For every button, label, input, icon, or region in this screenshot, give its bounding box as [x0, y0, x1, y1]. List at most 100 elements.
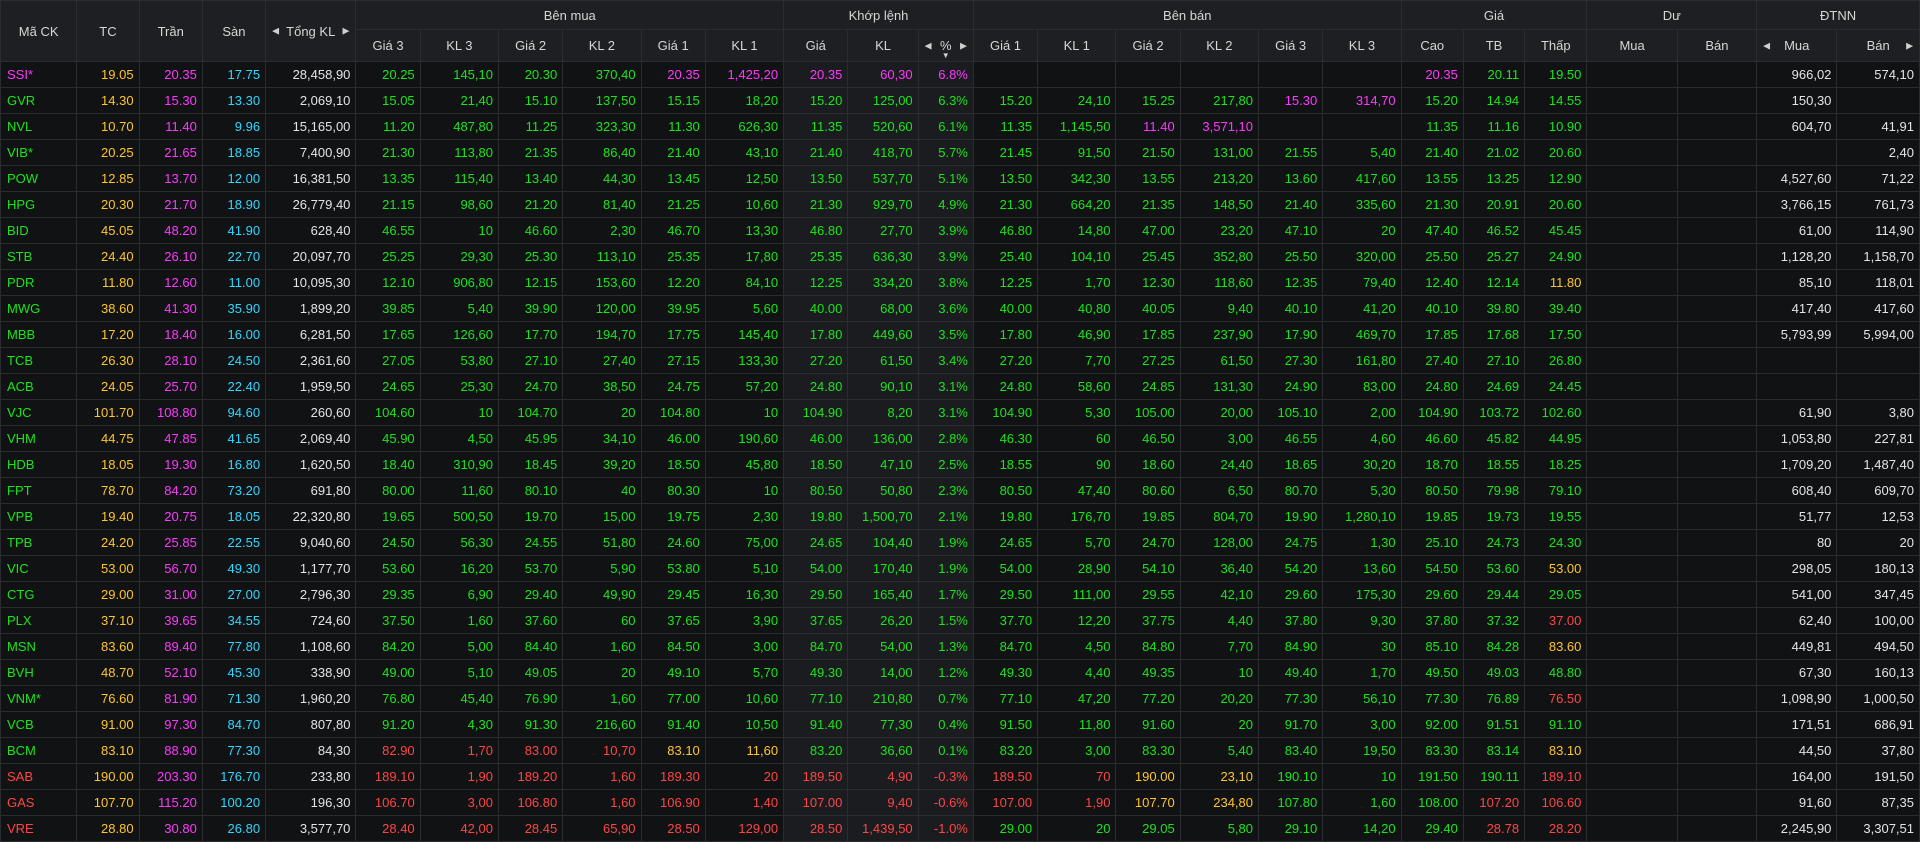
triangle-right-icon[interactable]: ▶ — [960, 40, 967, 51]
header-buy-col-1[interactable]: KL 3 — [419, 29, 499, 62]
cell-symbol[interactable]: VNM* — [0, 685, 78, 712]
header-match-col-2[interactable]: ◀% ▶ ▼ — [917, 29, 974, 62]
cell-ref: 19.40 — [76, 503, 140, 530]
cell-symbol[interactable]: FPT — [0, 477, 78, 504]
table-row[interactable]: PLX 37.10 39.65 34.55 724,60 37.50 1,60 37.60 60… — [0, 607, 1920, 634]
cell-sell-vol-3: 13,60 — [1322, 555, 1402, 582]
header-sell-col-5[interactable]: KL 3 — [1322, 29, 1402, 62]
table-row[interactable]: VHM 44.75 47.85 41.65 2,069,40 45.90 4,50 45.95… — [0, 425, 1920, 452]
table-row[interactable]: SAB 190.00 203.30 176.70 233,80 189.10 1,90 189… — [0, 763, 1920, 790]
cell-symbol[interactable]: PLX — [0, 607, 78, 634]
cell-symbol[interactable]: VHM — [0, 425, 78, 452]
header-sell-col-4[interactable]: Giá 3 — [1257, 29, 1324, 62]
header-floor-price[interactable]: Sàn — [201, 0, 267, 62]
header-buy-col-0[interactable]: Giá 3 — [355, 29, 421, 62]
table-row[interactable]: CTG 29.00 31.00 27.00 2,796,30 29.35 6,90 29.40… — [0, 581, 1920, 608]
cell-symbol[interactable]: GVR — [0, 87, 78, 114]
table-row[interactable]: GVR 14.30 15.30 13.30 2,069,10 15.05 21,40 15.1… — [0, 87, 1920, 114]
header-remain-col-1[interactable]: Bán — [1676, 29, 1758, 62]
table-row[interactable]: TCB 26.30 28.10 24.50 2,361,60 27.05 53,80 27.1… — [0, 347, 1920, 374]
cell-symbol[interactable]: ACB — [0, 373, 78, 400]
header-sell-col-3[interactable]: KL 2 — [1179, 29, 1260, 62]
header-price-col-0[interactable]: Cao — [1400, 29, 1464, 62]
table-row[interactable]: STB 24.40 26.10 22.70 20,097,70 25.25 29,30 25.… — [0, 243, 1920, 270]
triangle-right-icon[interactable]: ▶ — [343, 26, 350, 37]
table-row[interactable]: MWG 38.60 41.30 35.90 1,899,20 39.85 5,40 39.90… — [0, 295, 1920, 322]
table-row[interactable]: VPB 19.40 20.75 18.05 22,320,80 19.65 500,50 19… — [0, 503, 1920, 530]
table-row[interactable]: FPT 78.70 84.20 73.20 691,80 80.00 11,60 80.10 4… — [0, 477, 1920, 504]
cell-symbol[interactable]: MWG — [0, 295, 78, 322]
table-row[interactable]: BCM 83.10 88.90 77.30 84,30 82.90 1,70 83.00 10,… — [0, 737, 1920, 764]
triangle-right-icon[interactable]: ▶ — [1906, 40, 1913, 51]
cell-symbol[interactable]: PDR — [0, 269, 78, 296]
cell-symbol[interactable]: MBB — [0, 321, 78, 348]
cell-sell-vol-2: 7,70 — [1179, 633, 1260, 660]
header-ref-price[interactable]: TC — [76, 0, 140, 62]
cell-symbol[interactable]: SAB — [0, 763, 78, 790]
cell-symbol[interactable]: TPB — [0, 529, 78, 556]
table-row[interactable]: VIC 53.00 56.70 49.30 1,177,70 53.60 16,20 53.7… — [0, 555, 1920, 582]
table-row[interactable]: ACB 24.05 25.70 22.40 1,959,50 24.65 25,30 24.7… — [0, 373, 1920, 400]
table-row[interactable]: HPG 20.30 21.70 18.90 26,779,40 21.15 98,60 21.… — [0, 191, 1920, 218]
cell-symbol[interactable]: VIC — [0, 555, 78, 582]
header-buy-col-5[interactable]: KL 1 — [704, 29, 785, 62]
header-sell-col-2[interactable]: Giá 2 — [1115, 29, 1181, 62]
cell-symbol[interactable]: BVH — [0, 659, 78, 686]
cell-symbol[interactable]: VCB — [0, 711, 78, 738]
cell-symbol[interactable]: HDB — [0, 451, 78, 478]
header-ceiling-price[interactable]: Trần — [138, 0, 203, 62]
table-row[interactable]: BVH 48.70 52.10 45.30 338,90 49.00 5,10 49.05 20… — [0, 659, 1920, 686]
header-foreign-col-1[interactable]: Bán ▶ — [1836, 29, 1920, 62]
table-row[interactable]: VCB 91.00 97.30 84.70 807,80 91.20 4,30 91.30 21… — [0, 711, 1920, 738]
cell-symbol[interactable]: POW — [0, 165, 78, 192]
table-row[interactable]: MBB 17.20 18.40 16.00 6,281,50 17.65 126,60 17.… — [0, 321, 1920, 348]
cell-sell-vol-2: 131,00 — [1179, 139, 1260, 166]
triangle-down-icon[interactable]: ▼ — [942, 51, 950, 60]
cell-symbol[interactable]: VJC — [0, 399, 78, 426]
header-match-col-1[interactable]: KL — [847, 29, 919, 62]
cell-symbol[interactable]: CTG — [0, 581, 78, 608]
cell-symbol[interactable]: BID — [0, 217, 78, 244]
cell-symbol[interactable]: MSN — [0, 633, 78, 660]
table-row[interactable]: PDR 11.80 12.60 11.00 10,095,30 12.10 906,80 12… — [0, 269, 1920, 296]
table-row[interactable]: HDB 18.05 19.30 16.80 1,620,50 18.40 310,90 18.… — [0, 451, 1920, 478]
header-foreign-col-0[interactable]: ◀ Mua — [1756, 29, 1838, 62]
header-sell-col-1[interactable]: KL 1 — [1037, 29, 1117, 62]
table-row[interactable]: GAS 107.70 115.20 100.20 196,30 106.70 3,00 106… — [0, 789, 1920, 816]
cell-symbol[interactable]: VRE — [0, 815, 78, 842]
table-row[interactable]: POW 12.85 13.70 12.00 16,381,50 13.35 115,40 13… — [0, 165, 1920, 192]
cell-symbol[interactable]: STB — [0, 243, 78, 270]
header-sell-col-0[interactable]: Giá 1 — [972, 29, 1039, 62]
table-row[interactable]: NVL 10.70 11.40 9.96 15,165,00 11.20 487,80 11.… — [0, 113, 1920, 140]
cell-symbol[interactable]: BCM — [0, 737, 78, 764]
header-price-col-1[interactable]: TB — [1462, 29, 1526, 62]
cell-symbol[interactable]: VPB — [0, 503, 78, 530]
cell-buy-price-2: 27.10 — [497, 347, 564, 374]
table-row[interactable]: TPB 24.20 25.85 22.55 9,040,60 24.50 56,30 24.5… — [0, 529, 1920, 556]
table-row[interactable]: SSI* 19.05 20.35 17.75 28,458,90 20.25 145,10 2… — [0, 61, 1920, 88]
header-buy-col-3[interactable]: KL 2 — [562, 29, 642, 62]
table-row[interactable]: VIB* 20.25 21.65 18.85 7,400,90 21.30 113,80 21… — [0, 139, 1920, 166]
cell-symbol[interactable]: GAS — [0, 789, 78, 816]
header-buy-col-4[interactable]: Giá 1 — [640, 29, 706, 62]
table-row[interactable]: BID 45.05 48.20 41.90 628,40 46.55 10 46.60 2,30… — [0, 217, 1920, 244]
header-price-col-2[interactable]: Thấp — [1524, 29, 1588, 62]
cell-symbol[interactable]: HPG — [0, 191, 78, 218]
triangle-left-icon[interactable]: ◀ — [1763, 40, 1770, 51]
table-row[interactable]: VRE 28.80 30.80 26.80 3,577,70 28.40 42,00 28.4… — [0, 815, 1920, 842]
table-row[interactable]: VNM* 76.60 81.90 71.30 1,960,20 76.80 45,40 76.… — [0, 685, 1920, 712]
cell-symbol[interactable]: TCB — [0, 347, 78, 374]
table-row[interactable]: MSN 83.60 89.40 77.80 1,108,60 84.20 5,00 84.40… — [0, 633, 1920, 660]
cell-symbol[interactable]: SSI* — [0, 61, 78, 88]
triangle-left-icon[interactable]: ◀ — [272, 26, 279, 37]
cell-foreign-sell: 227,81 — [1836, 425, 1920, 452]
header-match-col-0[interactable]: Giá — [783, 29, 849, 62]
header-remain-col-0[interactable]: Mua — [1586, 29, 1678, 62]
header-symbol[interactable]: Mã CK — [0, 0, 78, 62]
header-buy-col-2[interactable]: Giá 2 — [497, 29, 564, 62]
table-row[interactable]: VJC 101.70 108.80 94.60 260,60 104.60 10 104.70… — [0, 399, 1920, 426]
header-total-volume[interactable]: ◀ Tổng KL ▶ — [265, 0, 357, 62]
cell-symbol[interactable]: NVL — [0, 113, 78, 140]
triangle-left-icon[interactable]: ◀ — [925, 40, 932, 51]
cell-symbol[interactable]: VIB* — [0, 139, 78, 166]
